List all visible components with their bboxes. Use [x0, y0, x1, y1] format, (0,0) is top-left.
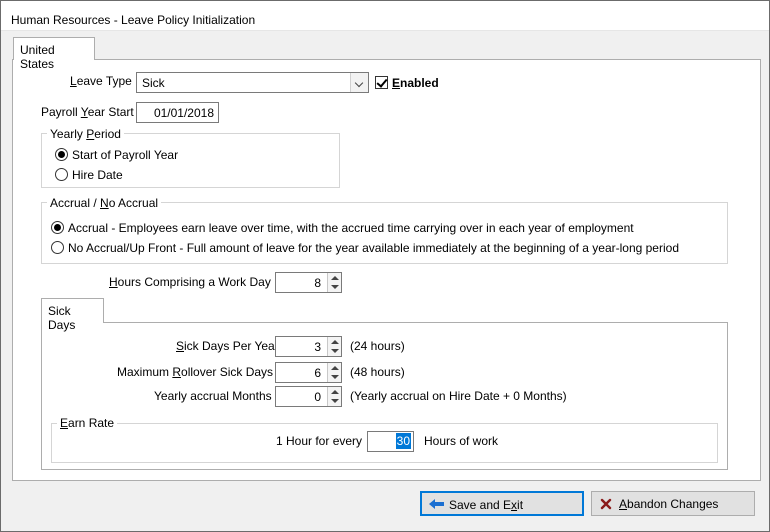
title-bar: Human Resources - Leave Policy Initializ…: [1, 1, 769, 31]
payroll-year-start-value: 01/01/2018: [153, 106, 214, 120]
no-accrual-option-label: No Accrual/Up Front - Full amount of lea…: [68, 241, 679, 255]
spinner-arrows[interactable]: [327, 273, 341, 292]
abandon-changes-label: Abandon Changes: [619, 497, 719, 511]
hire-date-label: Hire Date: [72, 168, 123, 182]
spin-up-icon[interactable]: [331, 340, 339, 344]
spinner-arrows[interactable]: [327, 387, 341, 406]
accrual-months-spinner[interactable]: 0: [275, 386, 342, 407]
abandon-changes-button[interactable]: Abandon Changes: [591, 491, 755, 516]
sick-days-per-year-spinner[interactable]: 3: [275, 336, 342, 357]
radio-no-accrual[interactable]: [51, 241, 64, 254]
accrual-option-label: Accrual - Employees earn leave over time…: [68, 221, 634, 235]
earn-rate-suffix: Hours of work: [424, 434, 499, 448]
spin-up-icon[interactable]: [331, 390, 339, 394]
yearly-period-label: Yearly Period: [47, 127, 124, 141]
max-rollover-value: 6: [314, 366, 321, 380]
max-rollover-note: (48 hours): [350, 365, 405, 379]
start-of-payroll-year-label: Start of Payroll Year: [72, 148, 179, 162]
spin-down-icon[interactable]: [331, 399, 339, 403]
earn-rate-value: 30: [395, 433, 411, 449]
enabled-label: Enabled: [392, 76, 439, 90]
spinner-arrows[interactable]: [327, 363, 341, 382]
accrual-months-note: (Yearly accrual on Hire Date + 0 Months): [350, 389, 567, 403]
earn-rate-label: Earn Rate: [57, 416, 118, 430]
earn-rate-input[interactable]: 30: [367, 431, 414, 452]
radio-start-of-payroll-year[interactable]: [55, 148, 68, 161]
save-and-exit-button[interactable]: Save and Exit: [420, 491, 584, 516]
tab-united-states-label: United States: [20, 43, 55, 71]
spin-down-icon[interactable]: [331, 349, 339, 353]
tab-sick-days[interactable]: Sick Days: [41, 298, 104, 332]
sick-days-per-year-value: 3: [314, 340, 321, 354]
enabled-checkbox[interactable]: [375, 76, 388, 89]
accrual-months-value: 0: [314, 390, 321, 404]
window-title: Human Resources - Leave Policy Initializ…: [11, 13, 256, 27]
max-rollover-spinner[interactable]: 6: [275, 362, 342, 383]
sick-days-per-year-note: (24 hours): [350, 339, 405, 353]
sick-days-per-year-label: Sick Days Per Year: [176, 339, 279, 353]
radio-accrual[interactable]: [51, 221, 64, 234]
payroll-year-start-label: Payroll Year Start: [41, 105, 134, 119]
hours-work-day-value: 8: [314, 276, 321, 290]
payroll-year-start-input[interactable]: 01/01/2018: [136, 102, 219, 123]
leave-type-value: Sick: [142, 76, 165, 90]
x-icon: [600, 498, 612, 510]
tab-sick-days-label: Sick Days: [48, 304, 76, 332]
spinner-arrows[interactable]: [327, 337, 341, 356]
chevron-down-icon[interactable]: [350, 73, 368, 92]
spin-up-icon[interactable]: [331, 366, 339, 370]
spin-down-icon[interactable]: [331, 375, 339, 379]
leave-type-select[interactable]: Sick: [136, 72, 369, 93]
max-rollover-label: Maximum Rollover Sick Days: [117, 365, 274, 379]
earn-rate-prefix: 1 Hour for every: [276, 434, 363, 448]
tab-united-states[interactable]: United States: [13, 37, 95, 71]
leave-policy-window: Human Resources - Leave Policy Initializ…: [0, 0, 770, 532]
accrual-months-label: Yearly accrual Months: [154, 389, 272, 403]
hours-work-day-label: Hours Comprising a Work Day: [109, 275, 271, 289]
accrual-group-label: Accrual / No Accrual: [47, 196, 162, 210]
leave-type-label: Leave Type: [70, 74, 132, 88]
spin-down-icon[interactable]: [331, 285, 339, 289]
save-and-exit-label: Save and Exit: [449, 498, 524, 512]
spin-up-icon[interactable]: [331, 276, 339, 280]
hours-work-day-spinner[interactable]: 8: [275, 272, 342, 293]
radio-hire-date[interactable]: [55, 168, 68, 181]
arrow-left-icon: [429, 499, 444, 509]
